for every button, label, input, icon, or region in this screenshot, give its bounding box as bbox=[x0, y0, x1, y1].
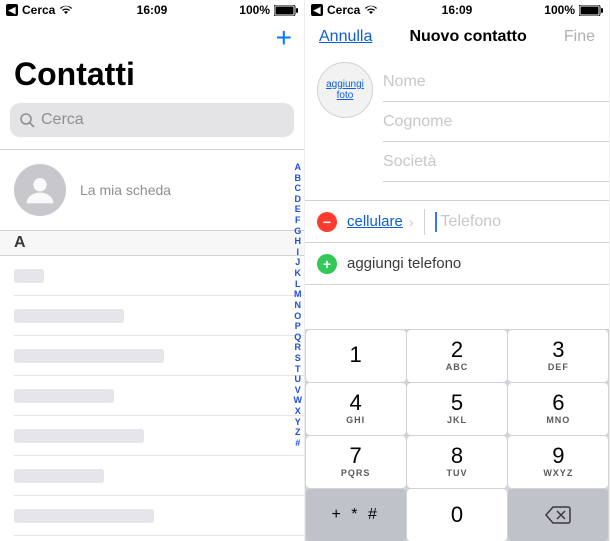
index-letter[interactable]: K bbox=[294, 268, 303, 279]
key-symbols[interactable]: + * # bbox=[306, 489, 406, 541]
last-name-field[interactable]: Cognome bbox=[383, 102, 609, 142]
index-letter[interactable]: G bbox=[294, 226, 303, 237]
company-field[interactable]: Società bbox=[383, 142, 609, 182]
index-letter[interactable]: C bbox=[294, 183, 303, 194]
index-letter[interactable]: B bbox=[294, 173, 303, 184]
status-battery-pct: 100% bbox=[239, 3, 270, 17]
contacts-screen: ◀ Cerca 16:09 100% + Contatti Cerca La m… bbox=[0, 0, 305, 541]
status-back-label[interactable]: Cerca bbox=[327, 3, 360, 17]
first-name-field[interactable]: Nome bbox=[383, 62, 609, 102]
list-item[interactable] bbox=[14, 376, 304, 416]
back-chip-icon: ◀ bbox=[6, 4, 18, 16]
status-back-label[interactable]: Cerca bbox=[22, 3, 55, 17]
wifi-icon bbox=[364, 5, 378, 15]
status-bar: ◀ Cerca 16:09 100% bbox=[0, 0, 304, 20]
backspace-icon bbox=[545, 505, 571, 525]
alphabet-index[interactable]: ABCDEFGHIJKLMNOPQRSTUVWXYZ# bbox=[294, 162, 303, 448]
battery-icon bbox=[579, 5, 603, 16]
index-letter[interactable]: J bbox=[294, 257, 303, 268]
add-phone-icon: + bbox=[317, 254, 337, 274]
key-4[interactable]: 4GHI bbox=[306, 383, 406, 435]
key-6[interactable]: 6MNO bbox=[508, 383, 608, 435]
wifi-icon bbox=[59, 5, 73, 15]
index-letter[interactable]: Y bbox=[294, 417, 303, 428]
add-photo-label: aggiungi foto bbox=[318, 79, 372, 101]
back-chip-icon: ◀ bbox=[311, 4, 323, 16]
index-letter[interactable]: D bbox=[294, 194, 303, 205]
index-letter[interactable]: F bbox=[294, 215, 303, 226]
index-letter[interactable]: A bbox=[294, 162, 303, 173]
index-letter[interactable]: V bbox=[294, 385, 303, 396]
index-letter[interactable]: Z bbox=[294, 427, 303, 438]
battery-icon bbox=[274, 5, 298, 16]
divider bbox=[424, 209, 425, 235]
key-1[interactable]: 1 bbox=[306, 330, 406, 382]
index-letter[interactable]: S bbox=[294, 353, 303, 364]
my-card-row[interactable]: La mia scheda bbox=[0, 150, 304, 230]
status-battery-pct: 100% bbox=[544, 3, 575, 17]
numeric-keypad: 1 2ABC 3DEF 4GHI 5JKL 6MNO 7PQRS 8TUV 9W… bbox=[305, 329, 609, 541]
index-letter[interactable]: X bbox=[294, 406, 303, 417]
nav-title: Nuovo contatto bbox=[409, 28, 526, 46]
nav-bar: Annulla Nuovo contatto Fine bbox=[305, 20, 609, 52]
list-item[interactable] bbox=[14, 296, 304, 336]
avatar-icon bbox=[14, 164, 66, 216]
cancel-button[interactable]: Annulla bbox=[319, 28, 372, 46]
index-letter[interactable]: R bbox=[294, 342, 303, 353]
phone-number-field[interactable]: Telefono bbox=[435, 212, 599, 232]
index-letter[interactable]: # bbox=[294, 438, 303, 449]
index-letter[interactable]: L bbox=[294, 279, 303, 290]
key-0[interactable]: 0 bbox=[407, 489, 507, 541]
search-input[interactable]: Cerca bbox=[10, 103, 294, 137]
key-backspace[interactable] bbox=[508, 489, 608, 541]
index-letter[interactable]: T bbox=[294, 364, 303, 375]
key-9[interactable]: 9WXYZ bbox=[508, 436, 608, 488]
index-letter[interactable]: U bbox=[294, 374, 303, 385]
list-item[interactable] bbox=[14, 256, 304, 296]
remove-phone-button[interactable]: − bbox=[317, 212, 337, 232]
contact-list[interactable] bbox=[0, 256, 304, 536]
index-letter[interactable]: H bbox=[294, 236, 303, 247]
chevron-right-icon: › bbox=[409, 214, 414, 230]
section-header: A bbox=[0, 230, 304, 256]
add-phone-label: aggiungi telefono bbox=[347, 255, 461, 272]
index-letter[interactable]: O bbox=[294, 311, 303, 322]
list-item[interactable] bbox=[14, 416, 304, 456]
status-time: 16:09 bbox=[442, 3, 473, 17]
done-button[interactable]: Fine bbox=[564, 28, 595, 46]
key-8[interactable]: 8TUV bbox=[407, 436, 507, 488]
list-item[interactable] bbox=[14, 456, 304, 496]
phone-type-picker[interactable]: cellulare bbox=[347, 213, 403, 230]
phone-entry-row: − cellulare › Telefono bbox=[305, 201, 609, 243]
index-letter[interactable]: Q bbox=[294, 332, 303, 343]
add-photo-button[interactable]: aggiungi foto bbox=[317, 62, 373, 118]
page-title: Contatti bbox=[0, 52, 304, 103]
my-card-label: La mia scheda bbox=[80, 182, 171, 198]
index-letter[interactable]: W bbox=[294, 395, 303, 406]
add-phone-row[interactable]: + aggiungi telefono bbox=[305, 243, 609, 285]
index-letter[interactable]: E bbox=[294, 204, 303, 215]
list-item[interactable] bbox=[14, 496, 304, 536]
list-item[interactable] bbox=[14, 336, 304, 376]
key-7[interactable]: 7PQRS bbox=[306, 436, 406, 488]
add-contact-button[interactable]: + bbox=[276, 24, 292, 52]
new-contact-screen: ◀ Cerca 16:09 100% Annulla Nuovo contatt… bbox=[305, 0, 610, 541]
key-3[interactable]: 3DEF bbox=[508, 330, 608, 382]
status-time: 16:09 bbox=[137, 3, 168, 17]
key-2[interactable]: 2ABC bbox=[407, 330, 507, 382]
search-placeholder: Cerca bbox=[41, 111, 84, 129]
key-5[interactable]: 5JKL bbox=[407, 383, 507, 435]
nav-bar: + bbox=[0, 20, 304, 52]
index-letter[interactable]: N bbox=[294, 300, 303, 311]
index-letter[interactable]: P bbox=[294, 321, 303, 332]
index-letter[interactable]: I bbox=[294, 247, 303, 258]
status-bar: ◀ Cerca 16:09 100% bbox=[305, 0, 609, 20]
search-icon bbox=[20, 113, 35, 128]
index-letter[interactable]: M bbox=[294, 289, 303, 300]
